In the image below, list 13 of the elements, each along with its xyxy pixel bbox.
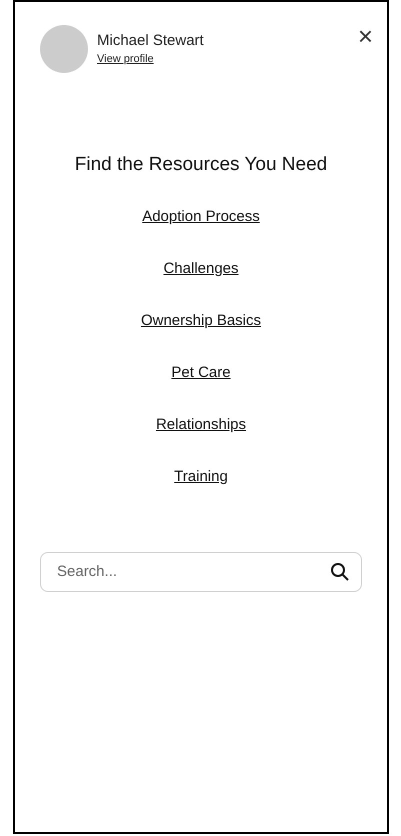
user-name: Michael Stewart: [97, 31, 204, 51]
resource-link[interactable]: Adoption Process: [142, 206, 260, 226]
resource-link[interactable]: Pet Care: [171, 362, 231, 382]
resource-link[interactable]: Training: [174, 466, 228, 486]
view-profile-link[interactable]: View profile: [97, 51, 154, 67]
close-button[interactable]: ×: [358, 23, 373, 49]
resource-link[interactable]: Ownership Basics: [140, 310, 262, 330]
search-icon[interactable]: [330, 562, 350, 582]
avatar: [40, 25, 88, 73]
resource-link[interactable]: Relationships: [156, 414, 246, 434]
search-field[interactable]: Search...: [40, 552, 362, 592]
resource-link[interactable]: Challenges: [163, 258, 239, 278]
section-heading: Find the Resources You Need: [74, 153, 328, 177]
